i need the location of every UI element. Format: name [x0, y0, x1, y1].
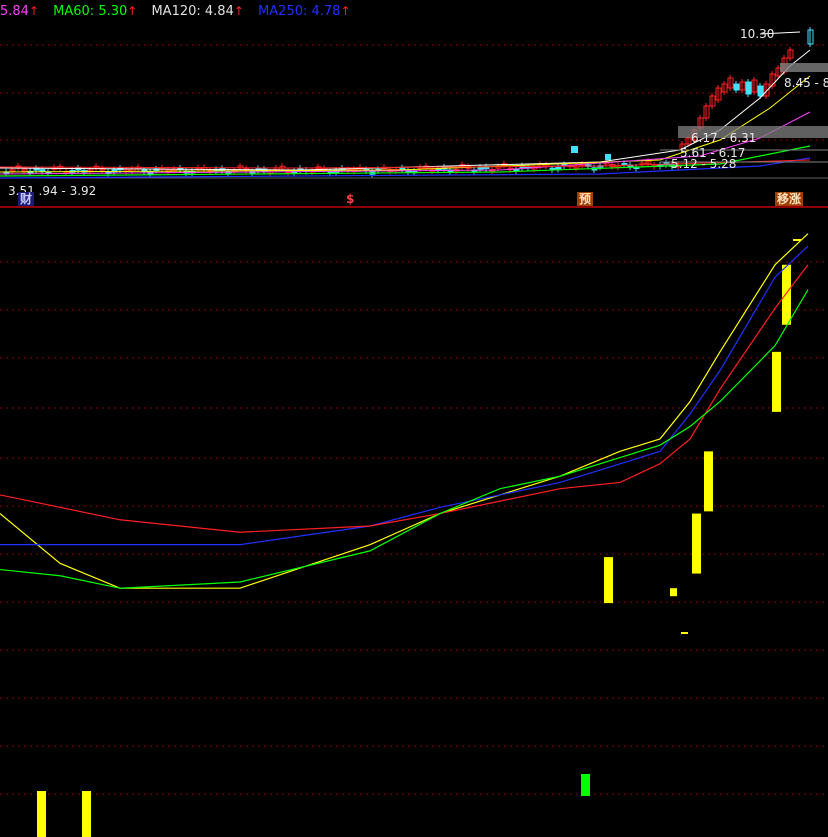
- ma-label: 5.84: [0, 4, 29, 19]
- candle-body: [621, 162, 628, 166]
- candle-body: [757, 85, 764, 97]
- indicator-bar-up: [37, 791, 46, 837]
- event-tag-dollar[interactable]: $: [344, 192, 357, 206]
- range-box: [780, 63, 828, 72]
- candle-body: [399, 167, 406, 170]
- indicator-line-2: [0, 264, 809, 533]
- up-arrow-icon: ↑: [340, 4, 351, 18]
- chart-canvas[interactable]: [0, 0, 828, 837]
- ma-label: MA60: 5.30: [53, 4, 128, 19]
- indicator-bar-up: [670, 588, 677, 597]
- indicator-bar-up: [692, 513, 701, 574]
- high-price-label: 10.30: [740, 27, 775, 41]
- indicator-line-3: [0, 289, 809, 589]
- ma-label: MA250: 4.78: [258, 4, 341, 19]
- ma-item-4: MA250: 4.78↑: [258, 0, 350, 23]
- indicator-bar-up: [82, 791, 91, 837]
- candle-body: [745, 81, 752, 95]
- indicator-bar-down: [581, 774, 590, 796]
- indicator-lines: [0, 233, 809, 589]
- candle-body: [733, 83, 740, 91]
- up-arrow-icon: ↑: [28, 4, 40, 18]
- ma-legend: 5.84↑ MA60: 5.30↑ MA120: 4.84↑ MA250: 4.…: [0, 0, 828, 22]
- ma-label: MA120: 4.84: [151, 4, 234, 19]
- ma-item-1: 5.84↑: [0, 0, 39, 23]
- indicator-tick: [681, 632, 688, 634]
- range-label-4: 5.12 - 5.28: [671, 157, 737, 171]
- candle-body: [605, 154, 611, 160]
- up-arrow-icon: ↑: [233, 4, 244, 18]
- ma-item-3: MA120: 4.84↑: [151, 0, 243, 23]
- indicator-line-1: [0, 245, 809, 546]
- range-label-2: 6.17 - 6.31: [691, 131, 757, 145]
- event-tag-forecast[interactable]: 预: [577, 192, 594, 206]
- ma-item-2: MA60: 5.30↑: [53, 0, 137, 23]
- indicator-bar-up: [772, 351, 781, 412]
- indicator-bar-up: [604, 557, 613, 604]
- event-tag-limit-up[interactable]: 移涨: [775, 192, 804, 206]
- indicator-bars: [37, 239, 801, 837]
- up-arrow-icon: ↑: [127, 4, 138, 18]
- indicator-bar-up: [782, 264, 791, 325]
- event-tag-finance[interactable]: 财: [18, 192, 35, 206]
- indicator-line-0: [0, 233, 809, 589]
- candle-body: [571, 146, 578, 153]
- indicator-bar-up: [704, 451, 713, 512]
- range-label-1: 8.45 - 8: [784, 76, 828, 90]
